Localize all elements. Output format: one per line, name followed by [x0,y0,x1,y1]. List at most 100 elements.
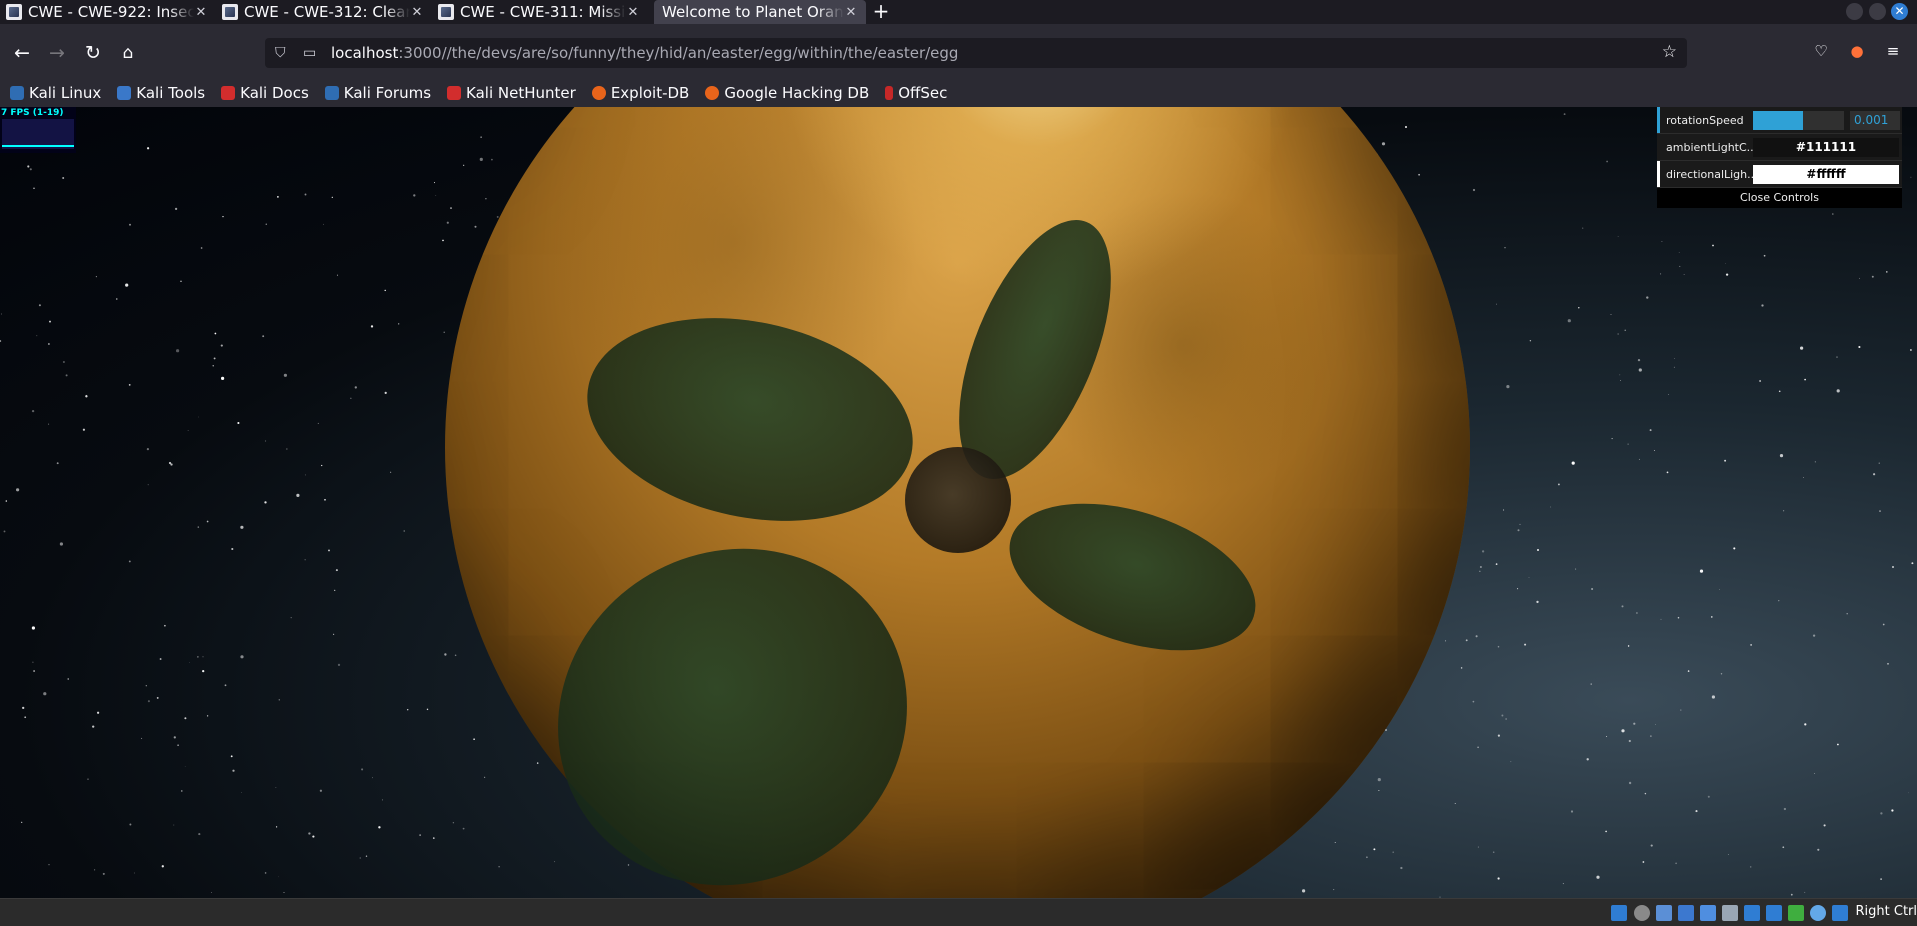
address-bar[interactable]: ⛉ ▭ localhost :3000//the/devs/are/so/fun… [265,38,1687,68]
star [1620,380,1621,381]
star [1678,252,1680,253]
star [197,416,199,418]
star [1617,333,1619,335]
bookmark-offsec[interactable]: OffSec [885,84,947,102]
display-icon[interactable] [1744,905,1760,921]
star [1759,380,1762,382]
star [1710,616,1713,618]
network-icon[interactable] [1678,905,1694,921]
tab-title: CWE - CWE-922: Insecure Storage of Sensi… [28,3,194,21]
star [38,304,41,307]
star [319,789,323,792]
forward-arrow-icon[interactable]: → [44,40,70,66]
bookmark-exploit-db[interactable]: Exploit-DB [591,84,689,102]
tab-planet-orangeuz[interactable]: Welcome to Planet Orangeuz ✕ [654,0,866,24]
star [554,861,556,863]
rotation-speed-slider[interactable] [1753,111,1844,130]
star [65,374,68,377]
bookmark-star-icon[interactable]: ☆ [1662,42,1677,62]
new-tab-button[interactable]: + [866,0,896,24]
star [442,239,444,242]
audio-icon[interactable] [1656,905,1672,921]
star [350,397,352,399]
cpu-icon[interactable] [1788,905,1804,921]
tab-cwe-922[interactable]: CWE - CWE-922: Insecure Storage of Sensi… [0,0,216,24]
pocket-icon[interactable]: ♡ [1810,42,1832,64]
tab-close-icon[interactable]: ✕ [194,5,208,20]
tab-close-icon[interactable]: ✕ [844,5,858,20]
bookmark-kali-docs[interactable]: Kali Docs [221,84,309,102]
bookmark-kali-nethunter[interactable]: Kali NetHunter [447,84,576,102]
bookmark-google-hacking-db[interactable]: Google Hacking DB [705,84,869,102]
controls-panel: rotationSpeed 0.001 ambientLightC... #11… [1657,107,1902,208]
optical-drive-icon[interactable] [1634,905,1650,921]
star [1880,878,1882,880]
star [1334,842,1336,843]
extension-icon[interactable]: ● [1846,42,1868,64]
rotation-speed-input[interactable]: 0.001 [1850,111,1900,130]
star [1910,176,1912,178]
star [31,626,35,630]
site-info-icon[interactable]: ▭ [303,45,321,61]
recording-icon[interactable] [1766,905,1782,921]
tab-close-icon[interactable]: ✕ [410,5,424,20]
star [1817,848,1820,851]
window-close-icon[interactable]: ✕ [1891,3,1908,20]
ambient-light-color-input[interactable]: #111111 [1753,138,1899,157]
star [1503,509,1505,511]
usb-icon[interactable] [1611,905,1627,921]
star [94,869,96,871]
back-arrow-icon[interactable]: ← [9,40,35,66]
star [365,855,368,857]
bookmark-kali-tools[interactable]: Kali Tools [117,84,205,102]
home-icon[interactable]: ⌂ [115,40,141,66]
fps-stats-panel[interactable]: 7 FPS (1-19) [0,107,76,153]
star [146,147,150,150]
shared-folder-icon[interactable] [1700,905,1716,921]
star [159,658,162,660]
star [1418,173,1420,176]
kali-dragon-icon [10,86,24,100]
star [498,866,500,868]
tab-close-icon[interactable]: ✕ [626,5,640,20]
star [82,428,86,431]
directional-light-color-input[interactable]: #ffffff [1753,165,1899,184]
menu-icon[interactable]: ≡ [1882,42,1904,64]
tab-cwe-312[interactable]: CWE - CWE-312: Cleartext Storage of Sens… [216,0,432,24]
star [1567,319,1571,323]
kali-tools-icon [117,86,132,100]
propeller-hub [905,447,1011,553]
page-favicon-icon [6,4,22,20]
star [1404,125,1408,129]
reload-icon[interactable]: ↻ [80,40,106,66]
webgl-scene-canvas[interactable] [0,107,1917,898]
star [454,654,457,657]
tab-cwe-311[interactable]: CWE - CWE-311: Missing Encryption of Sen… [432,0,648,24]
star [181,790,183,792]
bookmark-kali-linux[interactable]: Kali Linux [10,84,101,102]
star [1479,570,1481,572]
star [1524,643,1527,646]
star [435,195,437,196]
star [213,357,216,360]
star [321,464,323,467]
star [1578,306,1580,309]
star [1642,861,1645,863]
bookmark-label: Kali NetHunter [466,84,576,102]
keyboard-capture-icon[interactable] [1832,905,1848,921]
minimize-icon[interactable] [1846,3,1863,20]
maximize-icon[interactable] [1869,3,1886,20]
drag-drop-icon[interactable] [1722,905,1738,921]
star [1882,623,1885,626]
star [1537,549,1539,551]
bookmark-kali-forums[interactable]: Kali Forums [324,84,431,102]
tracking-protection-shield-icon[interactable]: ⛉ [275,45,293,61]
star [176,349,180,353]
star [1711,695,1715,699]
star [180,280,182,283]
mouse-integration-icon[interactable] [1810,905,1826,921]
close-controls-button[interactable]: Close Controls [1657,188,1902,208]
star [1887,663,1889,665]
star [1911,562,1914,565]
star [232,769,235,772]
